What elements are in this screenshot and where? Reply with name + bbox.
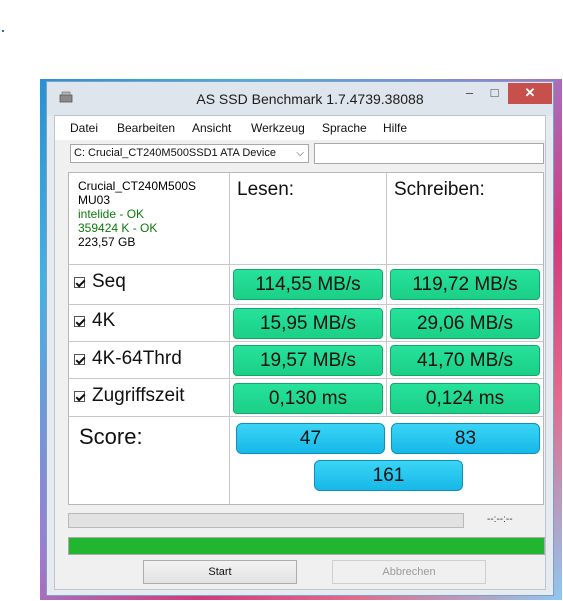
elapsed-time: --:--:-- <box>487 514 513 525</box>
seq-write-result: 119,72 MB/s <box>390 269 540 300</box>
divider <box>69 416 543 417</box>
4k64-label: 4K-64Thrd <box>92 348 182 369</box>
seq-read-result: 114,55 MB/s <box>233 269 383 300</box>
test-progress-bar <box>68 513 464 528</box>
drive-info-field[interactable] <box>314 143 544 164</box>
drive-info: Crucial_CT240M500S MU03 intelide - OK 35… <box>78 179 196 249</box>
score-read: 47 <box>236 423 385 454</box>
start-button[interactable]: Start <box>143 560 297 584</box>
divider <box>69 341 543 342</box>
divider <box>386 173 387 416</box>
results-grid: Crucial_CT240M500S MU03 intelide - OK 35… <box>68 172 544 505</box>
access-write-result: 0,124 ms <box>390 383 540 414</box>
access-label-row[interactable]: Zugriffszeit <box>74 385 185 407</box>
chevron-down-icon: ⌵ <box>296 148 304 159</box>
4k64-label-row[interactable]: 4K-64Thrd <box>74 348 182 370</box>
read-header: Lesen: <box>237 179 295 200</box>
overall-progress-fill <box>69 538 544 554</box>
seq-label: Seq <box>92 271 126 292</box>
app-window: AS SSD Benchmark 1.7.4739.38088 – □ ✕ Da… <box>46 81 554 596</box>
minimize-button[interactable]: – <box>457 83 482 104</box>
menu-hilfe[interactable]: Hilfe <box>383 121 407 135</box>
4k-write-result: 29,06 MB/s <box>390 308 540 339</box>
divider <box>69 264 543 265</box>
score-label: Score: <box>79 424 143 449</box>
4k-label: 4K <box>92 310 116 331</box>
maximize-button[interactable]: □ <box>482 83 507 104</box>
seq-checkbox[interactable] <box>74 276 85 288</box>
client-area: Datei Bearbeiten Ansicht Werkzeug Sprach… <box>54 115 546 590</box>
close-button[interactable]: ✕ <box>508 83 552 104</box>
score-total: 161 <box>314 460 463 491</box>
4k64-read-result: 19,57 MB/s <box>233 345 383 376</box>
menu-bar: Datei Bearbeiten Ansicht Werkzeug Sprach… <box>55 116 545 140</box>
access-read-result: 0,130 ms <box>233 383 383 414</box>
divider <box>69 378 543 379</box>
menu-sprache[interactable]: Sprache <box>322 121 367 135</box>
menu-ansicht[interactable]: Ansicht <box>192 121 231 135</box>
seq-label-row[interactable]: Seq <box>74 271 126 293</box>
4k64-checkbox[interactable] <box>74 353 85 365</box>
write-header: Schreiben: <box>394 179 485 200</box>
4k64-write-result: 41,70 MB/s <box>390 345 540 376</box>
cancel-button[interactable]: Abbrechen <box>332 560 486 584</box>
driver-status: intelide - OK <box>78 207 145 221</box>
menu-werkzeug[interactable]: Werkzeug <box>251 121 305 135</box>
divider <box>69 304 543 305</box>
title-bar[interactable]: AS SSD Benchmark 1.7.4739.38088 – □ ✕ <box>47 82 553 116</box>
drive-model: Crucial_CT240M500S <box>78 179 197 193</box>
menu-datei[interactable]: Datei <box>70 121 98 135</box>
divider <box>229 173 230 504</box>
4k-read-result: 15,95 MB/s <box>233 308 383 339</box>
4k-checkbox[interactable] <box>74 315 85 327</box>
drive-dropdown[interactable]: C: Crucial_CT240M500SSD1 ATA Device ⌵ <box>70 144 309 163</box>
stray-pixel <box>2 30 4 32</box>
drive-size: 223,57 GB <box>78 235 136 249</box>
drive-dropdown-value: C: Crucial_CT240M500SSD1 ATA Device <box>74 147 276 159</box>
access-label: Zugriffszeit <box>92 385 185 406</box>
overall-progress-bar <box>68 537 545 555</box>
4k-label-row[interactable]: 4K <box>74 310 115 332</box>
alignment-status: 359424 K - OK <box>78 221 158 235</box>
drive-firmware: MU03 <box>78 193 111 207</box>
access-checkbox[interactable] <box>74 390 85 402</box>
score-write: 83 <box>391 423 540 454</box>
menu-bearbeiten[interactable]: Bearbeiten <box>117 121 175 135</box>
